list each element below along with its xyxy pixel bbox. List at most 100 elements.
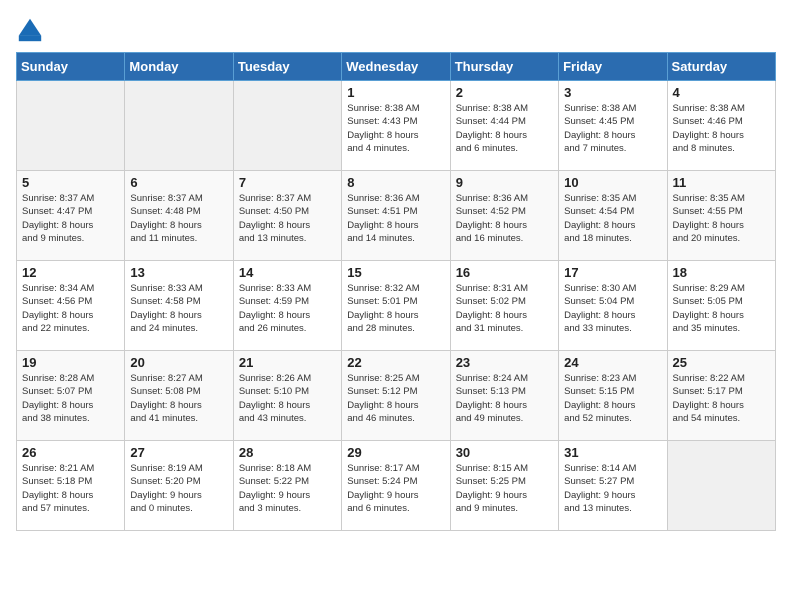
logo-icon	[16, 16, 44, 44]
day-info: Sunrise: 8:22 AM Sunset: 5:17 PM Dayligh…	[673, 372, 770, 425]
calendar-cell: 11 Sunrise: 8:35 AM Sunset: 4:55 PM Dayli…	[667, 171, 775, 261]
calendar-cell: 7Sunrise: 8:37 AM Sunset: 4:50 PM Daylig…	[233, 171, 341, 261]
day-info: Sunrise: 8:21 AM Sunset: 5:18 PM Dayligh…	[22, 462, 119, 515]
day-number: 30	[456, 445, 553, 460]
day-info: Sunrise: 8:35 AM Sunset: 4:54 PM Dayligh…	[564, 192, 661, 245]
day-number: 26	[22, 445, 119, 460]
day-number: 20	[130, 355, 227, 370]
day-number: 21	[239, 355, 336, 370]
day-number: 3	[564, 85, 661, 100]
calendar-week-row: 1Sunrise: 8:38 AM Sunset: 4:43 PM Daylig…	[17, 81, 776, 171]
calendar-cell: 30 Sunrise: 8:15 AM Sunset: 5:25 PM Dayli…	[450, 441, 558, 531]
calendar-cell: 2Sunrise: 8:38 AM Sunset: 4:44 PM Daylig…	[450, 81, 558, 171]
calendar-cell	[667, 441, 775, 531]
day-number: 24	[564, 355, 661, 370]
day-number: 28	[239, 445, 336, 460]
calendar-cell: 17 Sunrise: 8:30 AM Sunset: 5:04 PM Dayli…	[559, 261, 667, 351]
calendar-cell: 27 Sunrise: 8:19 AM Sunset: 5:20 PM Dayli…	[125, 441, 233, 531]
day-number: 9	[456, 175, 553, 190]
day-number: 11	[673, 175, 770, 190]
day-number: 27	[130, 445, 227, 460]
day-number: 4	[673, 85, 770, 100]
day-info: Sunrise: 8:37 AM Sunset: 4:48 PM Dayligh…	[130, 192, 227, 245]
calendar-cell: 8 Sunrise: 8:36 AM Sunset: 4:51 PM Daylig…	[342, 171, 450, 261]
day-number: 29	[347, 445, 444, 460]
day-info: Sunrise: 8:15 AM Sunset: 5:25 PM Dayligh…	[456, 462, 553, 515]
weekday-header-monday: Monday	[125, 53, 233, 81]
calendar-cell: 14 Sunrise: 8:33 AM Sunset: 4:59 PM Dayli…	[233, 261, 341, 351]
calendar-cell	[125, 81, 233, 171]
calendar-cell: 4Sunrise: 8:38 AM Sunset: 4:46 PM Daylig…	[667, 81, 775, 171]
day-info: Sunrise: 8:17 AM Sunset: 5:24 PM Dayligh…	[347, 462, 444, 515]
calendar-cell: 29 Sunrise: 8:17 AM Sunset: 5:24 PM Dayli…	[342, 441, 450, 531]
page-header	[16, 16, 776, 44]
calendar-cell: 16 Sunrise: 8:31 AM Sunset: 5:02 PM Dayli…	[450, 261, 558, 351]
day-number: 16	[456, 265, 553, 280]
weekday-header-sunday: Sunday	[17, 53, 125, 81]
day-info: Sunrise: 8:23 AM Sunset: 5:15 PM Dayligh…	[564, 372, 661, 425]
day-number: 10	[564, 175, 661, 190]
calendar-cell: 5 Sunrise: 8:37 AM Sunset: 4:47 PM Daylig…	[17, 171, 125, 261]
weekday-header-friday: Friday	[559, 53, 667, 81]
weekday-header-wednesday: Wednesday	[342, 53, 450, 81]
day-number: 18	[673, 265, 770, 280]
day-info: Sunrise: 8:36 AM Sunset: 4:52 PM Dayligh…	[456, 192, 553, 245]
day-number: 19	[22, 355, 119, 370]
calendar-cell: 25 Sunrise: 8:22 AM Sunset: 5:17 PM Dayli…	[667, 351, 775, 441]
day-number: 15	[347, 265, 444, 280]
day-info: Sunrise: 8:38 AM Sunset: 4:45 PM Dayligh…	[564, 102, 661, 155]
day-number: 5	[22, 175, 119, 190]
day-number: 8	[347, 175, 444, 190]
calendar-cell: 1Sunrise: 8:38 AM Sunset: 4:43 PM Daylig…	[342, 81, 450, 171]
calendar-cell: 12Sunrise: 8:34 AM Sunset: 4:56 PM Dayli…	[17, 261, 125, 351]
calendar-cell: 28 Sunrise: 8:18 AM Sunset: 5:22 PM Dayli…	[233, 441, 341, 531]
day-info: Sunrise: 8:33 AM Sunset: 4:58 PM Dayligh…	[130, 282, 227, 335]
calendar-cell: 10 Sunrise: 8:35 AM Sunset: 4:54 PM Dayli…	[559, 171, 667, 261]
calendar-cell: 23 Sunrise: 8:24 AM Sunset: 5:13 PM Dayli…	[450, 351, 558, 441]
calendar-week-row: 19 Sunrise: 8:28 AM Sunset: 5:07 PM Dayli…	[17, 351, 776, 441]
day-info: Sunrise: 8:29 AM Sunset: 5:05 PM Dayligh…	[673, 282, 770, 335]
weekday-header-saturday: Saturday	[667, 53, 775, 81]
calendar-cell: 18 Sunrise: 8:29 AM Sunset: 5:05 PM Dayli…	[667, 261, 775, 351]
calendar-cell: 22 Sunrise: 8:25 AM Sunset: 5:12 PM Dayli…	[342, 351, 450, 441]
calendar-cell: 31 Sunrise: 8:14 AM Sunset: 5:27 PM Dayli…	[559, 441, 667, 531]
day-info: Sunrise: 8:28 AM Sunset: 5:07 PM Dayligh…	[22, 372, 119, 425]
day-info: Sunrise: 8:14 AM Sunset: 5:27 PM Dayligh…	[564, 462, 661, 515]
calendar-cell: 13 Sunrise: 8:33 AM Sunset: 4:58 PM Dayli…	[125, 261, 233, 351]
day-info: Sunrise: 8:34 AM Sunset: 4:56 PM Dayligh…	[22, 282, 119, 335]
weekday-header-tuesday: Tuesday	[233, 53, 341, 81]
day-info: Sunrise: 8:33 AM Sunset: 4:59 PM Dayligh…	[239, 282, 336, 335]
day-number: 22	[347, 355, 444, 370]
weekday-header-row: SundayMondayTuesdayWednesdayThursdayFrid…	[17, 53, 776, 81]
calendar-week-row: 12Sunrise: 8:34 AM Sunset: 4:56 PM Dayli…	[17, 261, 776, 351]
calendar-cell: 24 Sunrise: 8:23 AM Sunset: 5:15 PM Dayli…	[559, 351, 667, 441]
day-number: 31	[564, 445, 661, 460]
calendar-cell: 15Sunrise: 8:32 AM Sunset: 5:01 PM Dayli…	[342, 261, 450, 351]
calendar-week-row: 5 Sunrise: 8:37 AM Sunset: 4:47 PM Daylig…	[17, 171, 776, 261]
day-number: 13	[130, 265, 227, 280]
day-info: Sunrise: 8:27 AM Sunset: 5:08 PM Dayligh…	[130, 372, 227, 425]
day-info: Sunrise: 8:24 AM Sunset: 5:13 PM Dayligh…	[456, 372, 553, 425]
day-number: 23	[456, 355, 553, 370]
calendar-cell: 3 Sunrise: 8:38 AM Sunset: 4:45 PM Daylig…	[559, 81, 667, 171]
day-info: Sunrise: 8:37 AM Sunset: 4:47 PM Dayligh…	[22, 192, 119, 245]
day-info: Sunrise: 8:30 AM Sunset: 5:04 PM Dayligh…	[564, 282, 661, 335]
day-info: Sunrise: 8:36 AM Sunset: 4:51 PM Dayligh…	[347, 192, 444, 245]
calendar-week-row: 26 Sunrise: 8:21 AM Sunset: 5:18 PM Dayli…	[17, 441, 776, 531]
day-info: Sunrise: 8:25 AM Sunset: 5:12 PM Dayligh…	[347, 372, 444, 425]
day-info: Sunrise: 8:38 AM Sunset: 4:44 PM Dayligh…	[456, 102, 553, 155]
calendar-cell: 19 Sunrise: 8:28 AM Sunset: 5:07 PM Dayli…	[17, 351, 125, 441]
day-number: 17	[564, 265, 661, 280]
day-number: 1	[347, 85, 444, 100]
day-info: Sunrise: 8:18 AM Sunset: 5:22 PM Dayligh…	[239, 462, 336, 515]
day-info: Sunrise: 8:31 AM Sunset: 5:02 PM Dayligh…	[456, 282, 553, 335]
calendar-cell: 6 Sunrise: 8:37 AM Sunset: 4:48 PM Daylig…	[125, 171, 233, 261]
day-info: Sunrise: 8:35 AM Sunset: 4:55 PM Dayligh…	[673, 192, 770, 245]
day-info: Sunrise: 8:37 AM Sunset: 4:50 PM Dayligh…	[239, 192, 336, 245]
day-number: 6	[130, 175, 227, 190]
day-number: 25	[673, 355, 770, 370]
day-number: 14	[239, 265, 336, 280]
day-info: Sunrise: 8:19 AM Sunset: 5:20 PM Dayligh…	[130, 462, 227, 515]
calendar-table: SundayMondayTuesdayWednesdayThursdayFrid…	[16, 52, 776, 531]
weekday-header-thursday: Thursday	[450, 53, 558, 81]
